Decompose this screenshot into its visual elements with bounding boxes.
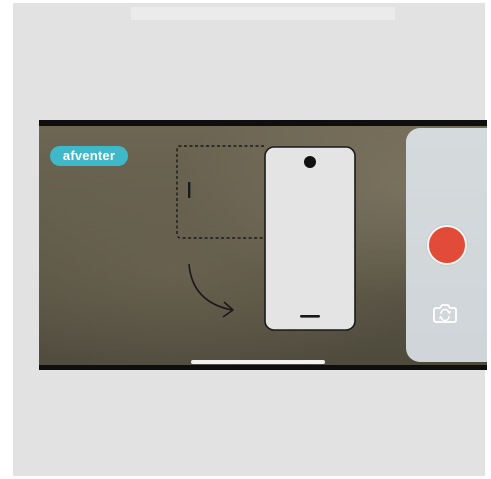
rotate-phone-illustration [176,145,356,331]
record-button[interactable] [427,225,467,265]
top-strip [131,7,395,20]
phone-home-icon [300,315,320,318]
camera-viewfinder: afventer [39,126,487,365]
phone-camera-icon [304,156,316,168]
dashed-phone-slot-icon [188,182,191,198]
screenshot-frame: afventer [13,3,487,476]
camera-controls-panel [406,128,487,362]
status-badge: afventer [50,146,128,166]
phone-outline-icon [264,146,356,331]
phone-screen: afventer [39,120,487,370]
camera-switch-icon[interactable] [432,302,458,324]
home-indicator[interactable] [191,360,325,364]
